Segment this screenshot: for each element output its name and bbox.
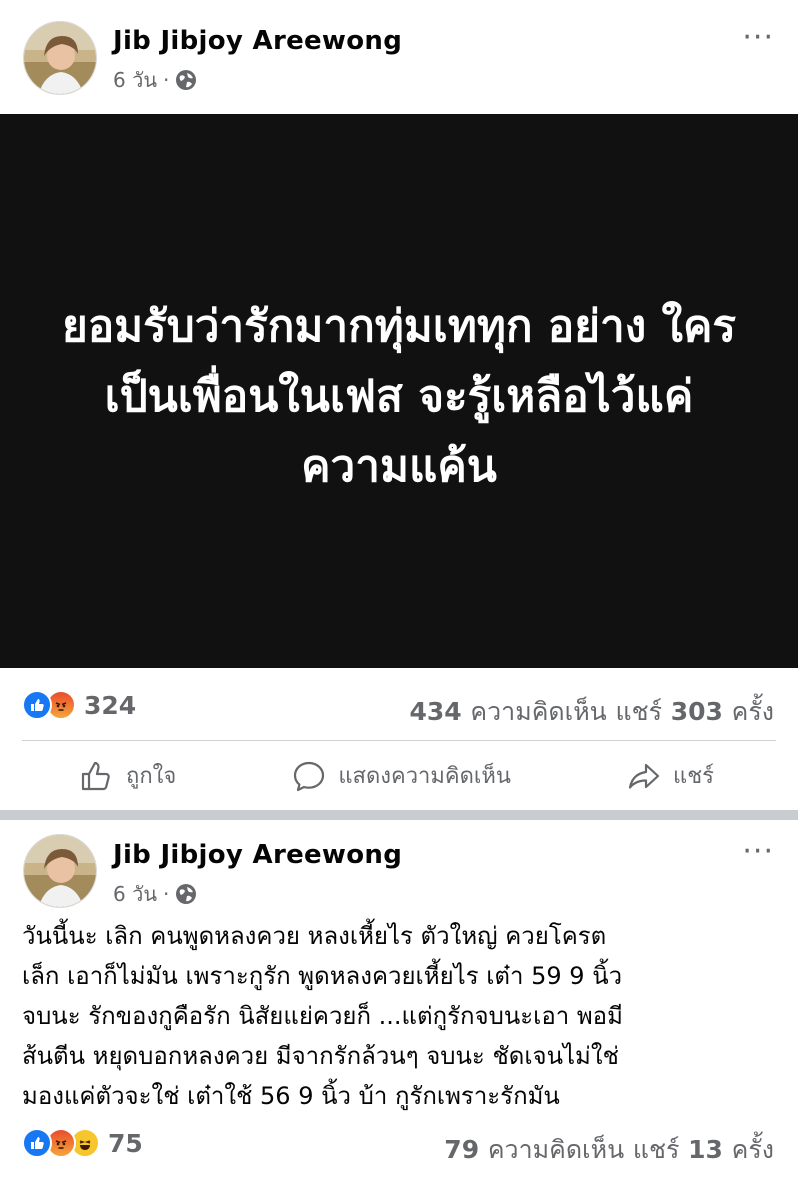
globe-icon bbox=[176, 70, 197, 90]
shares-count: 303 bbox=[670, 697, 723, 726]
comments-count: 79 bbox=[444, 1135, 480, 1164]
comments-shares-summary[interactable]: 79 ความคิดเห็น แชร์ 13 ครั้ง bbox=[444, 1130, 774, 1170]
like-reaction-icon bbox=[22, 1128, 52, 1158]
post-text: วันนี้นะ เลิก คนพูดหลงควย หลงเหี้ยไร ตัว… bbox=[22, 922, 623, 1110]
shares-unit: ครั้ง bbox=[731, 1135, 774, 1164]
shares-label: แชร์ bbox=[615, 697, 663, 726]
post-2: Jib Jibjoy Areewong 6 วัน · ··· วันนี้นะ… bbox=[0, 820, 798, 1176]
post-header: Jib Jibjoy Areewong 6 วัน · ··· bbox=[0, 0, 798, 114]
text-post-card: ยอมรับว่ารักมากทุ่มเททุก อย่าง ใครเป็นเพ… bbox=[0, 114, 798, 668]
shares-label: แชร์ bbox=[632, 1135, 680, 1164]
comment-button[interactable]: แสดงความคิดเห็น bbox=[292, 758, 511, 793]
comments-shares-summary[interactable]: 434 ความคิดเห็น แชร์ 303 ครั้ง bbox=[410, 692, 774, 732]
reactions-summary[interactable]: 324 bbox=[22, 690, 136, 720]
author-name[interactable]: Jib Jibjoy Areewong bbox=[113, 840, 402, 870]
like-label: ถูกใจ bbox=[126, 764, 177, 789]
share-label: แชร์ bbox=[673, 764, 714, 789]
like-button[interactable]: ถูกใจ bbox=[80, 758, 176, 793]
post-1: Jib Jibjoy Areewong 6 วัน · ··· ยอมรับว่… bbox=[0, 0, 798, 810]
shares-unit: ครั้ง bbox=[731, 697, 774, 726]
share-icon bbox=[628, 763, 660, 789]
comments-count: 434 bbox=[409, 697, 462, 726]
comment-icon bbox=[294, 761, 325, 791]
more-options-icon[interactable]: ··· bbox=[742, 837, 774, 867]
post-meta: 6 วัน · bbox=[113, 64, 197, 96]
like-reaction-icon bbox=[22, 690, 52, 720]
shares-count: 13 bbox=[688, 1135, 723, 1164]
thumbs-up-icon bbox=[81, 761, 110, 790]
meta-dot: · bbox=[162, 68, 170, 92]
card-text: ยอมรับว่ารักมากทุ่มเททุก อย่าง ใครเป็นเพ… bbox=[61, 301, 737, 492]
post-meta: 6 วัน · bbox=[113, 878, 197, 910]
post-stats: 75 79 ความคิดเห็น แชร์ 13 ครั้ง bbox=[0, 1116, 798, 1176]
comment-label: แสดงความคิดเห็น bbox=[338, 764, 511, 789]
comments-label: ความคิดเห็น bbox=[487, 1135, 625, 1164]
author-avatar[interactable] bbox=[23, 21, 97, 95]
reactions-summary[interactable]: 75 bbox=[22, 1128, 143, 1158]
comments-label: ความคิดเห็น bbox=[470, 697, 607, 726]
post-header: Jib Jibjoy Areewong 6 วัน · ··· bbox=[0, 820, 798, 916]
author-name[interactable]: Jib Jibjoy Areewong bbox=[113, 26, 402, 56]
globe-icon bbox=[176, 884, 197, 904]
post-time[interactable]: 6 วัน bbox=[113, 64, 157, 96]
author-avatar[interactable] bbox=[23, 834, 97, 908]
post-stats: 324 434 ความคิดเห็น แชร์ 303 ครั้ง bbox=[0, 668, 798, 740]
share-button[interactable]: แชร์ bbox=[627, 758, 714, 793]
post-separator bbox=[0, 810, 798, 820]
reaction-count: 324 bbox=[84, 690, 137, 720]
post-actions: ถูกใจ แสดงความคิดเห็น แชร์ bbox=[22, 740, 776, 810]
post-time[interactable]: 6 วัน bbox=[113, 878, 157, 910]
more-options-icon[interactable]: ··· bbox=[742, 23, 774, 53]
reaction-count: 75 bbox=[108, 1128, 143, 1158]
meta-dot: · bbox=[162, 882, 170, 906]
